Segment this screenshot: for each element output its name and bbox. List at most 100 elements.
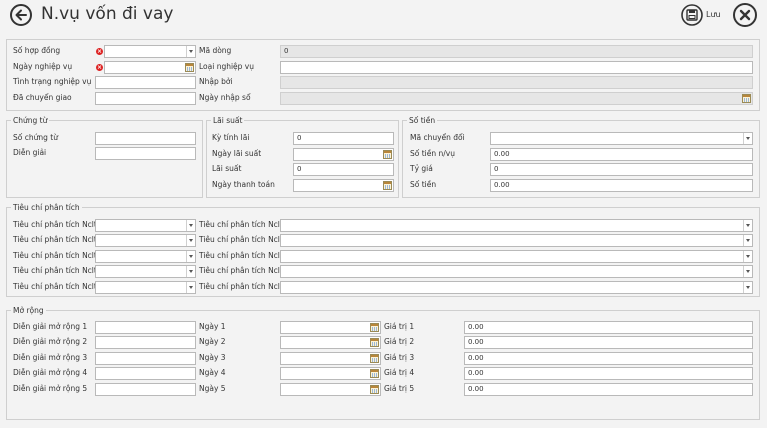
criteria-left-label: Tiêu chí phân tích Nclt0	[13, 220, 102, 229]
entered-by-field	[280, 76, 753, 89]
extended-date-field[interactable]	[280, 352, 381, 365]
extended-value-field[interactable]: 0.00	[464, 367, 753, 380]
calendar-icon[interactable]	[185, 63, 194, 72]
exchange-rate-field[interactable]: 0	[490, 163, 753, 176]
contract-number-label: Số hợp đồng	[13, 46, 61, 55]
business-type-field[interactable]	[280, 61, 753, 74]
dropdown-arrow-icon[interactable]	[186, 235, 195, 246]
dropdown-arrow-icon[interactable]	[186, 46, 195, 57]
business-date-label: Ngày nghiệp vụ	[13, 62, 73, 71]
extended-date-label: Ngày 5	[199, 384, 226, 393]
extended-description-label: Diễn giải mở rộng 5	[13, 384, 88, 393]
extended-date-field[interactable]	[280, 336, 381, 349]
page-title: N.vụ vốn đi vay	[41, 4, 174, 24]
dropdown-arrow-icon[interactable]	[743, 282, 752, 293]
dropdown-arrow-icon[interactable]	[186, 266, 195, 277]
calendar-icon[interactable]	[383, 181, 392, 190]
close-icon	[739, 9, 751, 21]
currency-code-label: Mã chuyển đổi	[410, 133, 465, 142]
calendar-icon[interactable]	[370, 385, 379, 394]
criteria-right-combo[interactable]	[280, 250, 753, 263]
amount-field[interactable]: 0.00	[490, 179, 753, 192]
extended-description-label: Diễn giải mở rộng 2	[13, 337, 88, 346]
entry-date-label: Ngày nhập sổ	[199, 93, 251, 102]
close-button[interactable]	[733, 3, 757, 27]
line-code-field: 0	[280, 45, 753, 58]
extended-value-field[interactable]: 0.00	[464, 352, 753, 365]
extended-description-label: Diễn giải mở rộng 3	[13, 353, 88, 362]
extended-description-label: Diễn giải mở rộng 4	[13, 368, 88, 377]
criteria-left-combo[interactable]	[95, 281, 196, 294]
extended-value-field[interactable]: 0.00	[464, 336, 753, 349]
back-button[interactable]	[10, 4, 32, 26]
voucher-number-field[interactable]	[95, 132, 196, 145]
criteria-right-label: Tiêu chí phân tích Nclt6	[199, 235, 288, 244]
arrow-left-icon	[15, 9, 27, 21]
criteria-left-label: Tiêu chí phân tích Nclt3	[13, 266, 102, 275]
interest-rate-field[interactable]: 0	[293, 163, 394, 176]
voucher-description-field[interactable]	[95, 147, 196, 160]
criteria-right-combo[interactable]	[280, 281, 753, 294]
extended-description-field[interactable]	[95, 336, 196, 349]
criteria-right-label: Tiêu chí phân tích Nclt8	[199, 266, 288, 275]
dropdown-arrow-icon[interactable]	[186, 251, 195, 262]
voucher-description-label: Diễn giải	[13, 148, 47, 157]
dropdown-arrow-icon[interactable]	[743, 133, 752, 144]
dropdown-arrow-icon[interactable]	[186, 220, 195, 231]
extended-description-field[interactable]	[95, 352, 196, 365]
payment-date-label: Ngày thanh toán	[212, 180, 275, 189]
criteria-left-combo[interactable]	[95, 234, 196, 247]
criteria-right-combo[interactable]	[280, 234, 753, 247]
extended-value-label: Giá trị 1	[384, 322, 415, 331]
extended-value-field[interactable]: 0.00	[464, 321, 753, 334]
entered-by-label: Nhập bởi	[199, 77, 233, 86]
transferred-label: Đã chuyển giao	[13, 93, 72, 102]
interest-period-field[interactable]: 0	[293, 132, 394, 145]
rate-date-label: Ngày lãi suất	[212, 149, 262, 158]
criteria-left-label: Tiêu chí phân tích Nclt2	[13, 251, 102, 260]
extended-description-label: Diễn giải mở rộng 1	[13, 322, 88, 331]
extended-date-field[interactable]	[280, 383, 381, 396]
dropdown-arrow-icon[interactable]	[743, 220, 752, 231]
contract-number-combo[interactable]	[104, 45, 196, 58]
criteria-left-combo[interactable]	[95, 250, 196, 263]
dropdown-arrow-icon[interactable]	[743, 235, 752, 246]
interest-legend: Lãi suất	[211, 116, 245, 126]
extended-value-field[interactable]: 0.00	[464, 383, 753, 396]
criteria-right-label: Tiêu chí phân tích Nclt7	[199, 251, 288, 260]
entry-date-field	[280, 92, 753, 105]
dropdown-arrow-icon[interactable]	[743, 266, 752, 277]
calendar-icon[interactable]	[370, 369, 379, 378]
dropdown-arrow-icon[interactable]	[743, 251, 752, 262]
transferred-field[interactable]	[95, 92, 196, 105]
dropdown-arrow-icon[interactable]	[186, 282, 195, 293]
status-field[interactable]	[95, 76, 196, 89]
extended-date-label: Ngày 1	[199, 322, 226, 331]
amount-fc-label: Số tiền n/vụ	[410, 149, 455, 158]
rate-date-field[interactable]	[293, 148, 394, 161]
amount-fc-field[interactable]: 0.00	[490, 148, 753, 161]
extended-description-field[interactable]	[95, 321, 196, 334]
calendar-icon[interactable]	[370, 323, 379, 332]
money-legend: Số tiền	[407, 116, 438, 126]
extended-description-field[interactable]	[95, 367, 196, 380]
currency-code-combo[interactable]	[490, 132, 753, 145]
criteria-right-combo[interactable]	[280, 265, 753, 278]
payment-date-field[interactable]	[293, 179, 394, 192]
save-button[interactable]	[681, 4, 703, 26]
extended-description-field[interactable]	[95, 383, 196, 396]
calendar-icon[interactable]	[383, 150, 392, 159]
criteria-left-label: Tiêu chí phân tích Nclt4	[13, 282, 102, 291]
calendar-icon[interactable]	[370, 338, 379, 347]
business-date-field[interactable]	[104, 61, 196, 74]
criteria-left-combo[interactable]	[95, 219, 196, 232]
extended-date-field[interactable]	[280, 367, 381, 380]
criteria-left-combo[interactable]	[95, 265, 196, 278]
criteria-right-combo[interactable]	[280, 219, 753, 232]
extended-date-field[interactable]	[280, 321, 381, 334]
voucher-legend: Chứng từ	[11, 116, 50, 126]
criteria-legend: Tiêu chí phân tích	[11, 203, 82, 213]
calendar-icon[interactable]	[370, 354, 379, 363]
extended-date-label: Ngày 4	[199, 368, 226, 377]
criteria-right-label: Tiêu chí phân tích Nclt9	[199, 282, 288, 291]
